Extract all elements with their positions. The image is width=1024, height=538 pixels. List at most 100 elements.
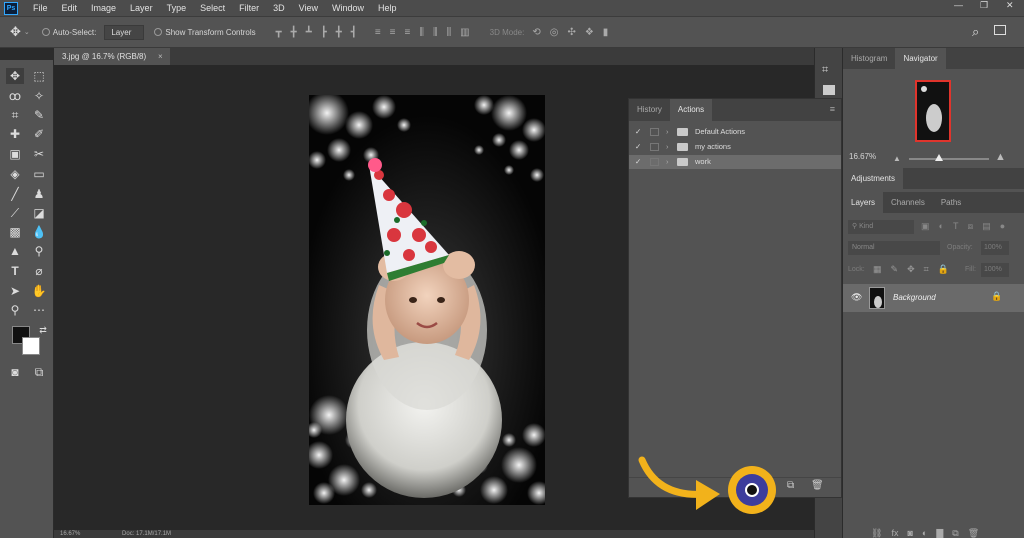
chevron-right-icon[interactable]: › — [666, 140, 669, 154]
move-tool-icon[interactable]: ✥ — [10, 24, 21, 40]
close-window-button[interactable]: ✕ — [1006, 0, 1014, 11]
dialog-toggle-box[interactable] — [650, 128, 659, 136]
menu-help[interactable]: Help — [371, 3, 404, 13]
more-tools-icon[interactable]: ⋯ — [30, 302, 48, 318]
toggle-check-icon[interactable]: ✓ — [635, 140, 641, 154]
eraser-tool-icon[interactable]: ◪ — [30, 205, 48, 221]
document-tab[interactable]: 3.jpg @ 16.7% (RGB/8) × — [54, 48, 170, 65]
tab-layers[interactable]: Layers — [843, 192, 884, 213]
gradient-tool-icon[interactable]: ▭ — [30, 166, 48, 182]
menu-edit[interactable]: Edit — [55, 3, 85, 13]
action-set-row[interactable]: ✓ › Default Actions — [629, 125, 841, 139]
crop-tool-icon[interactable]: ⌗ — [6, 107, 24, 123]
menu-select[interactable]: Select — [193, 3, 232, 13]
swap-colors-icon[interactable]: ⇄ — [34, 322, 52, 338]
document-image[interactable] — [309, 95, 545, 505]
layer-row-background[interactable]: 👁 Background 🔒 — [843, 284, 1024, 312]
restore-button[interactable]: ❐ — [980, 0, 988, 11]
new-set-icon[interactable]: ⧉ — [787, 480, 794, 491]
menu-file[interactable]: File — [26, 3, 55, 13]
clone-stamp-icon[interactable]: ♟ — [30, 186, 48, 202]
blend-mode-dropdown[interactable]: Normal — [848, 241, 940, 255]
search-icon[interactable]: ⌕ — [972, 24, 979, 40]
magic-wand-icon[interactable]: ✧ — [30, 88, 48, 104]
type-tool-icon[interactable]: T — [6, 263, 24, 279]
paint-bucket-icon[interactable]: ◈ — [6, 166, 24, 182]
align-icons[interactable]: ┳ ╋ ┻ ┣ ╋ ┫ — [276, 27, 357, 38]
status-doc[interactable]: Doc: 17.1M/17.1M — [122, 531, 171, 537]
menu-view[interactable]: View — [292, 3, 325, 13]
tab-adjustments[interactable]: Adjustments — [843, 168, 904, 189]
menu-window[interactable]: Window — [325, 3, 371, 13]
zoom-out-icon[interactable]: ▲ — [893, 154, 901, 163]
new-action-button[interactable] — [736, 474, 768, 506]
opacity-field[interactable]: 100% — [981, 241, 1009, 255]
dialog-toggle-box[interactable] — [650, 143, 659, 151]
actions-panel-icon[interactable] — [823, 85, 835, 95]
menu-filter[interactable]: Filter — [232, 3, 266, 13]
tab-history[interactable]: History — [629, 99, 670, 121]
background-color-swatch[interactable] — [22, 337, 40, 355]
navigator-zoom[interactable]: 16.67% — [849, 152, 876, 161]
chevron-down-icon[interactable]: ⌄ — [24, 28, 30, 36]
menu-type[interactable]: Type — [160, 3, 194, 13]
lock-icon[interactable]: 🔒 — [991, 291, 1002, 302]
dialog-toggle-box[interactable] — [650, 158, 659, 166]
move-tool-icon[interactable]: ✥ — [6, 68, 24, 84]
layer-name[interactable]: Background — [893, 293, 936, 302]
fill-field[interactable]: 100% — [981, 263, 1009, 277]
auto-select-dropdown[interactable]: Layer — [104, 24, 145, 40]
chevron-right-icon[interactable]: › — [666, 125, 669, 139]
path-tool-icon[interactable]: ⌀ — [30, 263, 48, 279]
workspace-icon[interactable] — [994, 25, 1006, 35]
hand-tool-icon[interactable]: ✋ — [30, 283, 48, 299]
eyedropper-icon[interactable]: ✎ — [30, 107, 48, 123]
marquee-tool-icon[interactable]: ⬚ — [30, 68, 48, 84]
minimize-button[interactable]: — — [954, 0, 963, 10]
lasso-tool-icon[interactable]: ꝏ — [6, 88, 24, 104]
layer-filter-icons[interactable]: ▣ ◐ T ⧈ ▤ ● — [921, 221, 1005, 232]
navigator-thumbnail[interactable] — [915, 80, 951, 142]
eye-icon[interactable]: 👁 — [851, 292, 862, 303]
action-set-row[interactable]: ✓ › my actions — [629, 140, 841, 154]
quick-mask-icon[interactable]: ◙ — [6, 364, 24, 380]
3d-mode-icons[interactable]: ⟲ ◎ ✣ ❖ ▮ — [532, 27, 608, 38]
menu-3d[interactable]: 3D — [266, 3, 292, 13]
distribute-icons[interactable]: ≡ ≡ ≡ ⫼ ⫼ ⫼ ▥ — [375, 27, 470, 38]
tab-histogram[interactable]: Histogram — [843, 48, 895, 69]
tab-paths[interactable]: Paths — [933, 192, 969, 213]
screen-mode-icon[interactable]: ⧉ — [30, 364, 48, 380]
layer-filter-kind[interactable]: ⚲ Kind — [848, 220, 914, 234]
toggle-check-icon[interactable]: ✓ — [635, 125, 641, 139]
zoom-in-icon[interactable]: ▲ — [995, 151, 1006, 163]
tab-channels[interactable]: Channels — [883, 192, 933, 213]
gradient-icon[interactable]: ▩ — [6, 224, 24, 240]
brush-icon[interactable]: ╱ — [6, 186, 24, 202]
brush-tool-icon[interactable]: ✐ — [30, 126, 48, 142]
zoom-slider[interactable] — [909, 154, 989, 161]
dodge-tool-icon[interactable]: ▲ — [6, 243, 24, 259]
transform-controls-checkbox[interactable]: Show Transform Controls — [154, 28, 256, 37]
history-brush-icon[interactable]: ✂ — [30, 146, 48, 162]
panel-menu-icon[interactable]: ≡ — [830, 104, 835, 114]
auto-select-checkbox[interactable]: Auto-Select: — [41, 28, 96, 37]
delete-icon[interactable]: 🗑 — [811, 480, 824, 491]
mixer-brush-icon[interactable]: ⟋ — [6, 205, 24, 221]
selection-arrow-icon[interactable]: ➤ — [6, 283, 24, 299]
stamp-tool-icon[interactable]: ▣ — [6, 146, 24, 162]
blur-tool-icon[interactable]: 💧 — [30, 224, 48, 240]
healing-brush-icon[interactable]: ✚ — [6, 126, 24, 142]
zoom-tool-icon[interactable]: ⚲ — [6, 302, 24, 318]
layers-footer-icons[interactable]: ⛓ fx ◙ ◐ ▇ ⧉ 🗑 — [871, 528, 979, 538]
close-icon[interactable]: × — [158, 48, 163, 65]
history-panel-icon[interactable]: ⌗ — [822, 64, 828, 77]
lock-icons[interactable]: ▦ ✎ ✥ ⌗ 🔒 — [873, 264, 949, 275]
toggle-check-icon[interactable]: ✓ — [635, 155, 641, 169]
menu-layer[interactable]: Layer — [123, 3, 160, 13]
menu-image[interactable]: Image — [84, 3, 123, 13]
chevron-right-icon[interactable]: › — [666, 155, 669, 169]
tab-actions[interactable]: Actions — [669, 99, 713, 121]
tab-navigator[interactable]: Navigator — [895, 48, 946, 69]
action-set-row-selected[interactable]: ✓ › work — [629, 155, 841, 169]
pen-tool-icon[interactable]: ⚲ — [30, 243, 48, 259]
